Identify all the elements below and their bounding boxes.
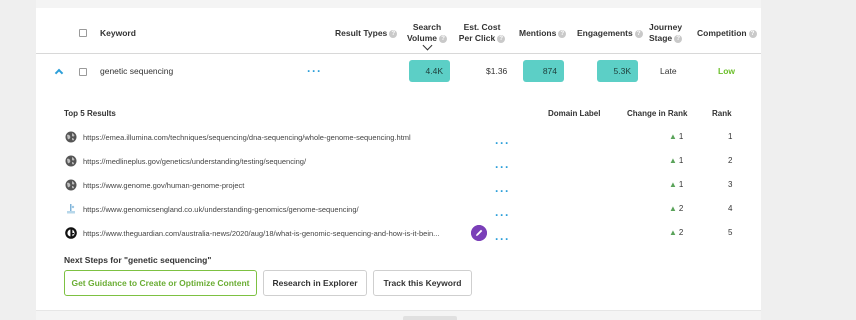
row-checkbox[interactable]	[79, 68, 87, 76]
rank-change: ▲ 1	[669, 180, 683, 189]
next-steps-title: Next Steps for "genetic sequencing"	[64, 255, 212, 265]
more-options-icon[interactable]: ···	[495, 137, 510, 149]
change-in-rank-header: Change in Rank	[627, 109, 688, 118]
help-icon[interactable]: ?	[439, 34, 448, 43]
header-mentions[interactable]: Mentions?	[519, 28, 567, 39]
competition-value: Low	[718, 66, 735, 76]
globe-icon	[65, 179, 77, 191]
select-all-checkbox[interactable]	[79, 29, 87, 37]
help-icon[interactable]: ?	[748, 29, 757, 38]
header-search-volume-line2: Volume	[406, 33, 438, 43]
top-results-title: Top 5 Results	[64, 109, 116, 118]
result-row: https://www.genome.gov/human-genome-proj…	[36, 174, 761, 198]
result-url[interactable]: https://emea.illumina.com/techniques/seq…	[83, 133, 411, 142]
rank-change-value: 1	[678, 180, 684, 189]
header-est-cost[interactable]: Est. Cost Per Click?	[457, 22, 507, 44]
rank-change-value: 2	[678, 204, 684, 213]
header-est-cost-line2: Per Click	[458, 33, 496, 43]
globe-icon	[65, 155, 77, 167]
rank-change-value: 1	[678, 132, 684, 141]
journey-stage-value: Late	[660, 66, 677, 76]
rank-value: 2	[728, 156, 733, 165]
rank-up-arrow-icon: ▲	[669, 180, 677, 189]
keyword-text[interactable]: genetic sequencing	[100, 66, 173, 76]
help-icon[interactable]: ?	[634, 29, 643, 38]
header-journey-line1: Journey	[649, 22, 683, 32]
result-row: https://www.genomicsengland.co.uk/unders…	[36, 198, 761, 222]
rank-change-value: 1	[678, 156, 684, 165]
header-result-types-label: Result Types	[335, 28, 388, 38]
rank-header: Rank	[712, 109, 732, 118]
more-options-icon[interactable]: ···	[495, 185, 510, 197]
rank-up-arrow-icon: ▲	[669, 132, 677, 141]
more-options-icon[interactable]: ···	[495, 233, 510, 245]
rank-value: 3	[728, 180, 733, 189]
collapse-chevron-up-icon[interactable]	[54, 68, 64, 78]
globe-icon	[65, 131, 77, 143]
table-header: Keyword Result Types? Search Volume? Est…	[36, 8, 761, 54]
rank-change: ▲ 1	[669, 156, 683, 165]
more-options-icon[interactable]: ···	[495, 161, 510, 173]
keyword-table-card: Keyword Result Types? Search Volume? Est…	[36, 0, 761, 320]
rank-change: ▲ 2	[669, 204, 683, 213]
get-guidance-button[interactable]: Get Guidance to Create or Optimize Conte…	[64, 270, 257, 296]
more-options-icon[interactable]: ···	[307, 65, 322, 77]
header-result-types[interactable]: Result Types?	[335, 28, 398, 39]
result-url[interactable]: https://medlineplus.gov/genetics/underst…	[83, 157, 306, 166]
result-url[interactable]: https://www.theguardian.com/australia-ne…	[83, 229, 439, 238]
rank-change-value: 2	[678, 228, 684, 237]
expanded-details: Top 5 Results Domain Label Change in Ran…	[36, 88, 761, 304]
result-url[interactable]: https://www.genome.gov/human-genome-proj…	[83, 181, 244, 190]
result-row: https://medlineplus.gov/genetics/underst…	[36, 150, 761, 174]
header-competition-label: Competition	[697, 28, 747, 38]
rank-value: 1	[728, 132, 733, 141]
rank-up-arrow-icon: ▲	[669, 228, 677, 237]
engagements-value: 5.3K	[597, 60, 638, 82]
track-keyword-button[interactable]: Track this Keyword	[373, 270, 472, 296]
help-icon[interactable]: ?	[674, 34, 683, 43]
header-mentions-label: Mentions	[519, 28, 557, 38]
result-row: https://emea.illumina.com/techniques/seq…	[36, 126, 761, 150]
header-journey-stage[interactable]: Journey Stage?	[649, 22, 683, 44]
header-competition[interactable]: Competition?	[697, 28, 757, 39]
help-icon[interactable]: ?	[497, 34, 506, 43]
rank-value: 4	[728, 204, 733, 213]
result-row: https://www.theguardian.com/australia-ne…	[36, 222, 761, 246]
mentions-value: 874	[523, 60, 564, 82]
more-options-icon[interactable]: ···	[495, 209, 510, 221]
header-keyword[interactable]: Keyword	[100, 28, 136, 39]
header-journey-line2: Stage	[649, 33, 673, 43]
domain-label-header: Domain Label	[548, 109, 601, 118]
help-icon[interactable]: ?	[558, 29, 567, 38]
guardian-icon	[65, 227, 77, 239]
header-engagements-label: Engagements	[577, 28, 633, 38]
rank-change: ▲ 2	[669, 228, 683, 237]
header-est-cost-line1: Est. Cost	[463, 22, 501, 32]
result-url[interactable]: https://www.genomicsengland.co.uk/unders…	[83, 205, 359, 214]
pencil-edit-icon[interactable]	[471, 225, 487, 241]
top-strip	[36, 0, 761, 8]
rank-value: 5	[728, 228, 733, 237]
help-icon[interactable]: ?	[389, 29, 398, 38]
header-search-volume-line1: Search	[412, 22, 442, 32]
keyword-row: genetic sequencing ··· 4.4K $1.36 874 5.…	[36, 55, 761, 87]
search-volume-value: 4.4K	[409, 60, 450, 82]
research-explorer-button[interactable]: Research in Explorer	[263, 270, 367, 296]
rank-change: ▲ 1	[669, 132, 683, 141]
rank-up-arrow-icon: ▲	[669, 204, 677, 213]
bottom-divider	[36, 310, 761, 320]
scroll-handle[interactable]	[403, 316, 457, 320]
header-engagements[interactable]: Engagements?	[577, 28, 643, 39]
genomics-england-icon	[67, 204, 75, 214]
cpc-value: $1.36	[486, 66, 508, 76]
rank-up-arrow-icon: ▲	[669, 156, 677, 165]
